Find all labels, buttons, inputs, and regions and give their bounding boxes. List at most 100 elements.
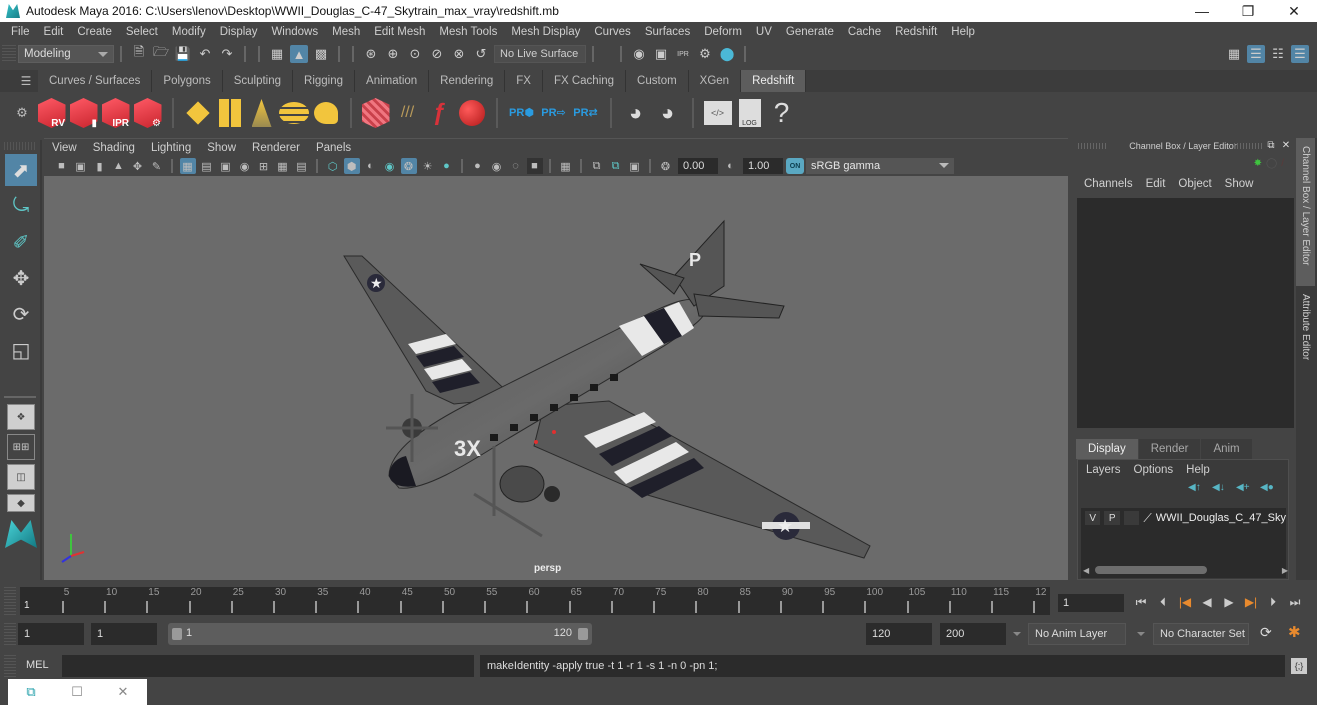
scale-manip-icon[interactable]: / [1281,158,1284,169]
isolate-select-icon[interactable]: ▦ [558,158,574,174]
rs-proxy-swap-button[interactable]: PR ⇄ [570,96,601,130]
xray-joints-icon[interactable]: ⧉ [589,158,605,174]
ipr-render-icon[interactable]: IPR [674,45,692,63]
layer-menu-options[interactable]: Options [1134,464,1174,476]
four-view-layout-button[interactable]: ⊞⊞ [7,434,35,460]
menu-create[interactable]: Create [70,26,119,38]
step-back-frame-button[interactable]: ⏴ [1152,592,1174,612]
layer-visibility-toggle[interactable]: V [1085,511,1101,525]
playback-end-field[interactable]: 120 [866,623,932,645]
grease-pencil-icon[interactable]: ✎ [149,158,165,174]
shelf-tab-custom[interactable]: Custom [626,70,689,92]
wireframe-icon[interactable]: ⬡ [325,158,341,174]
step-forward-frame-button[interactable]: ⏵ [1262,592,1284,612]
anim-layer-dropdown[interactable]: No Anim Layer [1028,623,1126,645]
layer-color-swatch-icon[interactable]: ⟋ [1143,511,1151,526]
aircraft-model[interactable]: ★ ★ 3X P [44,176,1068,580]
new-layer-icon[interactable]: ◀+ [1236,482,1254,494]
panel-grip[interactable] [1234,143,1264,149]
shelf-tab-xgen[interactable]: XGen [688,70,742,92]
close-button[interactable]: ✕ [1271,0,1317,22]
channel-box-menu-edit[interactable]: Edit [1146,178,1166,190]
rs-spot-light-button[interactable] [246,96,277,130]
rs-bake-button[interactable]: ◕ [652,96,683,130]
shelf-tab-redshift[interactable]: Redshift [741,70,807,92]
bookmark-icon[interactable]: ▮ [92,158,108,174]
restore-button[interactable]: ❐ [1225,0,1271,22]
select-by-hierarchy-icon[interactable]: ▦ [268,45,286,63]
mel-command-input[interactable] [62,655,474,677]
maximize-window-icon[interactable]: ☐ [54,679,100,705]
modeling-toolkit-icon[interactable]: ▦ [1225,45,1243,63]
rs-dome-light-button[interactable] [278,96,309,130]
open-scene-icon[interactable]: 🗁 [152,44,170,63]
animation-preferences-icon[interactable]: ✱ [1288,623,1301,641]
new-scene-icon[interactable]: 🗎 [130,44,148,63]
range-start-handle[interactable] [172,628,182,640]
animation-start-field[interactable]: 1 [18,623,84,645]
menu-edit[interactable]: Edit [37,26,71,38]
channel-box-menu-channels[interactable]: Channels [1084,178,1133,190]
scroll-right-icon[interactable]: ▶ [1282,566,1288,575]
snap-surface-icon[interactable]: ⊗ [450,45,468,63]
rotate-manip-icon[interactable]: ◯ [1266,158,1277,169]
persp-outliner-layout-button[interactable]: ◫ [7,464,35,490]
safe-action-icon[interactable]: ▦ [275,158,291,174]
motion-blur-icon[interactable]: ◉ [489,158,505,174]
shelf-tab-rendering[interactable]: Rendering [429,70,506,92]
image-plane-icon[interactable]: ▲ [111,158,127,174]
current-frame-field[interactable]: 1 [1058,594,1124,612]
range-slider-grip[interactable] [4,623,16,645]
channel-box-menu-object[interactable]: Object [1178,178,1211,190]
panel-menu-panels[interactable]: Panels [316,142,359,154]
exposure-icon[interactable]: ❂ [658,158,674,174]
rs-render-button[interactable]: ▮ [68,96,99,130]
move-layer-down-icon[interactable]: ◀↓ [1212,482,1230,494]
backface-culling-icon[interactable]: ▣ [627,158,643,174]
menu-help[interactable]: Help [944,26,982,38]
color-management-toggle[interactable]: ON [786,158,804,174]
menu-edit-mesh[interactable]: Edit Mesh [367,26,432,38]
perspective-viewport[interactable]: ★ ★ 3X P persp [44,176,1068,580]
rs-proxy-create-button[interactable]: PR ⬢ [506,96,537,130]
undo-icon[interactable]: ↶ [196,45,214,63]
safe-title-icon[interactable]: ▤ [294,158,310,174]
menu-modify[interactable]: Modify [165,26,213,38]
use-all-lights-icon[interactable]: ☀ [420,158,436,174]
menu-windows[interactable]: Windows [264,26,325,38]
panel-menu-lighting[interactable]: Lighting [151,142,199,154]
rs-area-grid-light-button[interactable] [214,96,245,130]
render-view-icon[interactable]: ◉ [630,45,648,63]
gamma-icon[interactable]: ◐ [723,158,739,174]
menu-file[interactable]: File [4,26,37,38]
toolbar-grip[interactable] [2,45,16,63]
range-end-handle[interactable] [578,628,588,640]
layer-tab-anim[interactable]: Anim [1201,439,1252,459]
rs-ipr-button[interactable]: IPR [100,96,131,130]
rs-hose-button[interactable]: ƒ [424,96,455,130]
time-slider-track[interactable]: 1 5 10 15 20 25 30 35 40 45 50 55 60 65 70 75 80 85 90 95 1… [20,587,1050,615]
select-by-component-icon[interactable]: ▩ [312,45,330,63]
rs-proxy-export-button[interactable]: PR ⇨ [538,96,569,130]
scrollbar-thumb[interactable] [1095,566,1207,574]
channel-list[interactable] [1077,198,1294,428]
view-transform-dropdown[interactable]: sRGB gamma [806,158,954,174]
menu-deform[interactable]: Deform [697,26,749,38]
exposure-field[interactable]: 0.00 [678,158,718,174]
command-line-grip[interactable] [4,655,16,677]
anim-layer-chevron-icon[interactable] [1013,632,1021,636]
attribute-editor-icon[interactable]: ☰ [1247,45,1265,63]
redo-icon[interactable]: ↷ [218,45,236,63]
play-backwards-button[interactable]: ◀ [1196,592,1218,612]
panel-menu-show[interactable]: Show [207,142,244,154]
menu-mesh-display[interactable]: Mesh Display [504,26,587,38]
tab-channel-box[interactable]: Channel Box / Layer Editor [1296,138,1315,286]
paint-select-tool-button[interactable]: ✐ [5,226,37,258]
close-window-icon[interactable]: ✕ [100,679,146,705]
multisample-aa-icon[interactable]: ◌ [508,158,524,174]
snap-view-plane-icon[interactable]: ⊘ [428,45,446,63]
render-current-icon[interactable]: ▣ [652,45,670,63]
snap-grid-icon[interactable]: ⊛ [362,45,380,63]
rs-sun-sky-button[interactable] [310,96,341,130]
layer-horizontal-scrollbar[interactable]: ◀ ▶ [1083,565,1288,575]
